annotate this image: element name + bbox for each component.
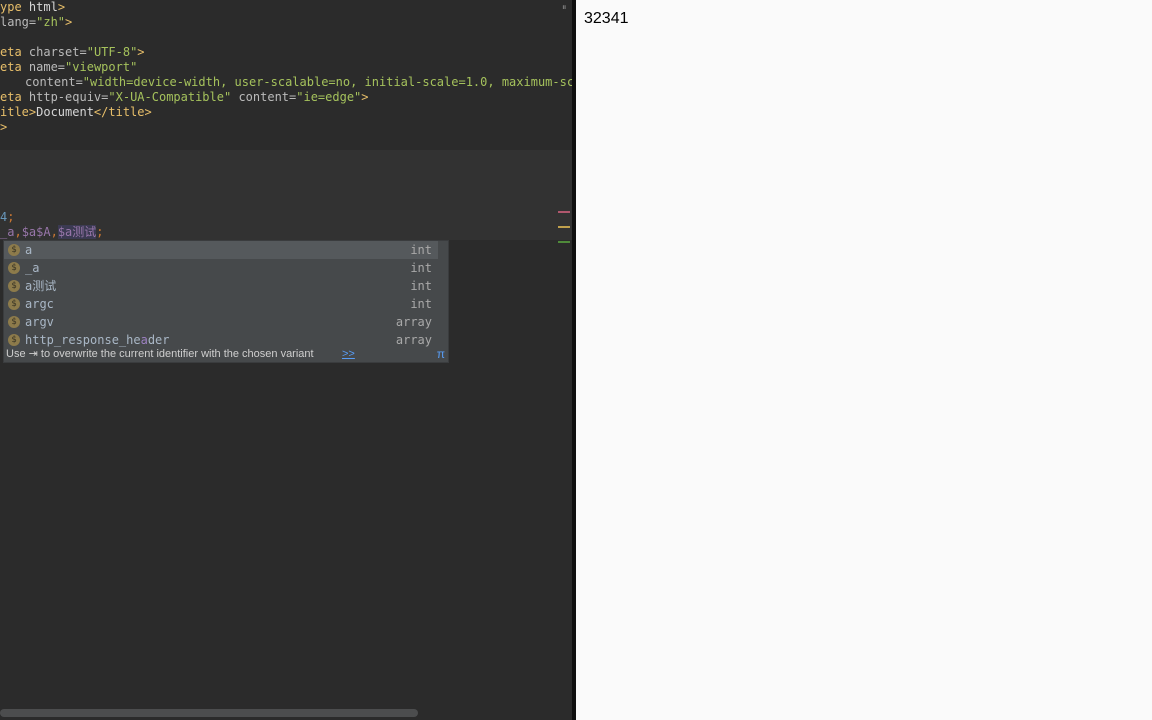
code-line-meta-charset: eta charset="UTF-8"> xyxy=(0,45,145,59)
info-stripe-marker[interactable] xyxy=(558,241,570,243)
variable-icon: $ xyxy=(8,298,20,310)
variable-icon: $ xyxy=(8,316,20,328)
completion-item[interactable]: $ a int xyxy=(4,241,438,259)
code-editor[interactable]: ⏸ ype html> lang="zh"> eta charset="UTF-… xyxy=(0,0,572,720)
completion-item[interactable]: $ argc int xyxy=(4,295,438,313)
code-line-doctype: ype html> xyxy=(0,0,66,14)
variable-icon: $ xyxy=(8,262,20,274)
variable-icon: $ xyxy=(8,334,20,346)
completion-item[interactable]: $ a测试 int xyxy=(4,277,438,295)
autocomplete-footer: Use ⇥ to overwrite the current identifie… xyxy=(4,347,448,362)
pi-icon[interactable]: π xyxy=(437,347,445,362)
code-line-content: content="width=device-width, user-scalab… xyxy=(25,75,572,89)
warning-stripe-marker[interactable] xyxy=(558,226,570,228)
completion-item[interactable]: $ argv array xyxy=(4,313,438,331)
variable-icon: $ xyxy=(8,244,20,256)
horizontal-scrollbar[interactable] xyxy=(0,709,418,717)
code-line-echo[interactable]: _a,$a$A,$a测试; xyxy=(0,225,104,240)
autocomplete-hint: Use ⇥ to overwrite the current identifie… xyxy=(6,348,314,360)
code-line-title: itle>Document</title> xyxy=(0,105,152,119)
autocomplete-popup[interactable]: $ a int $ _a int $ a测试 int $ argc int $ … xyxy=(3,240,449,363)
browser-preview: 32341 xyxy=(576,0,1152,720)
completion-item[interactable]: $ _a int xyxy=(4,259,438,277)
error-stripe-marker[interactable] xyxy=(558,211,570,213)
page-output-text: 32341 xyxy=(584,10,629,27)
variable-icon: $ xyxy=(8,280,20,292)
code-line-close-head: > xyxy=(0,120,8,134)
code-line-meta-compat: eta http-equiv="X-UA-Compatible" content… xyxy=(0,90,369,104)
more-link[interactable]: >> xyxy=(342,347,355,362)
code-line-number: 4; xyxy=(0,210,15,224)
php-block-highlight xyxy=(0,150,572,225)
editor-split-grip-icon[interactable]: ⏸ xyxy=(562,4,568,13)
code-line-html: lang="zh"> xyxy=(0,15,73,29)
code-line-meta-viewport: eta name="viewport" xyxy=(0,60,138,74)
